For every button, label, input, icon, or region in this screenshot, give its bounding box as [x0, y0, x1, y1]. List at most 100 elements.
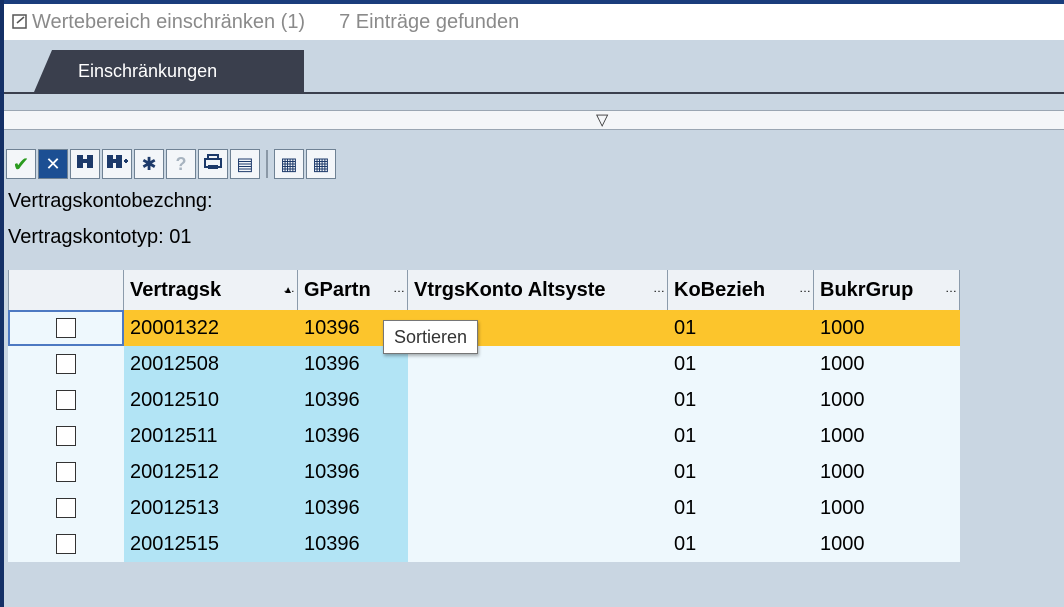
cell-vertragsk[interactable]: 20012510: [124, 382, 298, 418]
header-bukrgrup[interactable]: BukrGrup …: [814, 270, 960, 310]
row-checkbox[interactable]: [56, 426, 76, 446]
cell-vertragsk[interactable]: 20012512: [124, 454, 298, 490]
sort-tooltip: Sortieren: [383, 320, 479, 354]
dialog-icon: [12, 14, 28, 30]
row-select-cell[interactable]: [8, 490, 124, 526]
cell-gpartn[interactable]: 10396: [298, 418, 408, 454]
cancel-button[interactable]: ✕: [38, 149, 68, 179]
table-row[interactable]: 20012511 10396 01 1000: [8, 418, 960, 454]
row-select-cell[interactable]: [8, 382, 124, 418]
table-row[interactable]: 20012508 10396 01 1000: [8, 346, 960, 382]
table-row[interactable]: 20012515 10396 01 1000: [8, 526, 960, 562]
export-icon: ▦: [280, 153, 298, 174]
document-button[interactable]: ▦: [306, 149, 336, 179]
truncated-marker: …: [393, 281, 405, 295]
cell-gpartn[interactable]: 10396: [298, 454, 408, 490]
cell-gpartn[interactable]: 10396: [298, 490, 408, 526]
cell-kobezieh[interactable]: 01: [668, 490, 814, 526]
criteria-line-2: Vertragskontotyp: 01: [8, 226, 192, 248]
find-next-button[interactable]: [102, 149, 132, 179]
document-icon: ▦: [312, 153, 330, 174]
cell-bukrgrup[interactable]: 1000: [814, 310, 960, 346]
cell-gpartn[interactable]: 10396: [298, 526, 408, 562]
toolbar: ✔ ✕ ✱ ? ▤ ▦ ▦: [6, 146, 338, 182]
tab-underline: [4, 92, 1064, 94]
binoculars-icon: [75, 153, 95, 176]
table-header: Vertragsk ▲ … GPartn … VtrgsKonto Altsys…: [8, 270, 960, 310]
cell-vertragsk[interactable]: 20012513: [124, 490, 298, 526]
row-checkbox[interactable]: [56, 390, 76, 410]
cell-altsystem[interactable]: [408, 454, 668, 490]
cell-bukrgrup[interactable]: 1000: [814, 526, 960, 562]
header-vertragsk[interactable]: Vertragsk ▲ …: [124, 270, 298, 310]
print-button[interactable]: [198, 149, 228, 179]
criteria-line-1: Vertragskontobezchng:: [8, 190, 213, 212]
row-select-cell[interactable]: [8, 454, 124, 490]
table-row[interactable]: 20001322 10396 01 1000: [8, 310, 960, 346]
row-checkbox[interactable]: [56, 318, 76, 338]
header-kobezieh[interactable]: KoBezieh …: [668, 270, 814, 310]
cell-kobezieh[interactable]: 01: [668, 526, 814, 562]
cell-kobezieh[interactable]: 01: [668, 310, 814, 346]
row-select-cell[interactable]: [8, 418, 124, 454]
print-preview-button[interactable]: ▤: [230, 149, 260, 179]
row-select-cell[interactable]: [8, 310, 124, 346]
export-button[interactable]: ▦: [274, 149, 304, 179]
cell-vertragsk[interactable]: 20012508: [124, 346, 298, 382]
table-row[interactable]: 20012513 10396 01 1000: [8, 490, 960, 526]
entry-count: 7 Einträge gefunden: [339, 10, 520, 33]
new-entries-button[interactable]: ✱: [134, 149, 164, 179]
cell-altsystem[interactable]: [408, 382, 668, 418]
help-button[interactable]: ?: [166, 149, 196, 179]
dialog-title: Wertebereich einschränken (1): [32, 10, 306, 33]
find-button[interactable]: [70, 149, 100, 179]
cell-kobezieh[interactable]: 01: [668, 346, 814, 382]
dialog-title-bar: Wertebereich einschränken (1) 7 Einträge…: [4, 4, 1064, 41]
info-icon: ?: [175, 153, 187, 174]
cell-bukrgrup[interactable]: 1000: [814, 346, 960, 382]
header-altsystem[interactable]: VtrgsKonto Altsyste …: [408, 270, 668, 310]
toolbar-separator: [266, 150, 268, 178]
accept-button[interactable]: ✔: [6, 149, 36, 179]
header-altsystem-label: VtrgsKonto Altsyste: [414, 279, 606, 301]
row-checkbox[interactable]: [56, 462, 76, 482]
binoculars-plus-icon: [106, 153, 128, 176]
cell-bukrgrup[interactable]: 1000: [814, 454, 960, 490]
table-row[interactable]: 20012512 10396 01 1000: [8, 454, 960, 490]
triangle-down-icon[interactable]: ▽: [596, 110, 608, 130]
cell-bukrgrup[interactable]: 1000: [814, 490, 960, 526]
cell-kobezieh[interactable]: 01: [668, 382, 814, 418]
tab-strip: Einschränkungen: [4, 40, 1064, 94]
header-gpartn-label: GPartn: [304, 279, 371, 301]
header-vertragsk-label: Vertragsk: [130, 279, 222, 301]
cell-kobezieh[interactable]: 01: [668, 418, 814, 454]
cell-bukrgrup[interactable]: 1000: [814, 382, 960, 418]
truncated-marker: …: [799, 281, 811, 295]
row-select-cell[interactable]: [8, 526, 124, 562]
cancel-icon: ✕: [45, 153, 61, 174]
cell-vertragsk[interactable]: 20012511: [124, 418, 298, 454]
list-icon: ▤: [236, 153, 254, 174]
print-icon: [203, 153, 223, 176]
header-select-column[interactable]: [8, 270, 124, 310]
cell-altsystem[interactable]: [408, 418, 668, 454]
cell-altsystem[interactable]: [408, 526, 668, 562]
row-checkbox[interactable]: [56, 354, 76, 374]
row-checkbox[interactable]: [56, 498, 76, 518]
header-gpartn[interactable]: GPartn …: [298, 270, 408, 310]
header-bukrgrup-label: BukrGrup: [820, 279, 914, 301]
cell-altsystem[interactable]: [408, 490, 668, 526]
truncated-marker: …: [653, 281, 665, 295]
cell-bukrgrup[interactable]: 1000: [814, 418, 960, 454]
row-select-cell[interactable]: [8, 346, 124, 382]
row-checkbox[interactable]: [56, 534, 76, 554]
cell-vertragsk[interactable]: 20012515: [124, 526, 298, 562]
cell-vertragsk[interactable]: 20001322: [124, 310, 298, 346]
result-table: Vertragsk ▲ … GPartn … VtrgsKonto Altsys…: [8, 270, 1064, 607]
cell-gpartn[interactable]: 10396: [298, 382, 408, 418]
table-row[interactable]: 20012510 10396 01 1000: [8, 382, 960, 418]
cell-kobezieh[interactable]: 01: [668, 454, 814, 490]
truncated-marker: …: [283, 281, 295, 295]
collapse-splitter[interactable]: ▽: [4, 110, 1064, 130]
tab-einschraenkungen[interactable]: Einschränkungen: [34, 50, 304, 92]
